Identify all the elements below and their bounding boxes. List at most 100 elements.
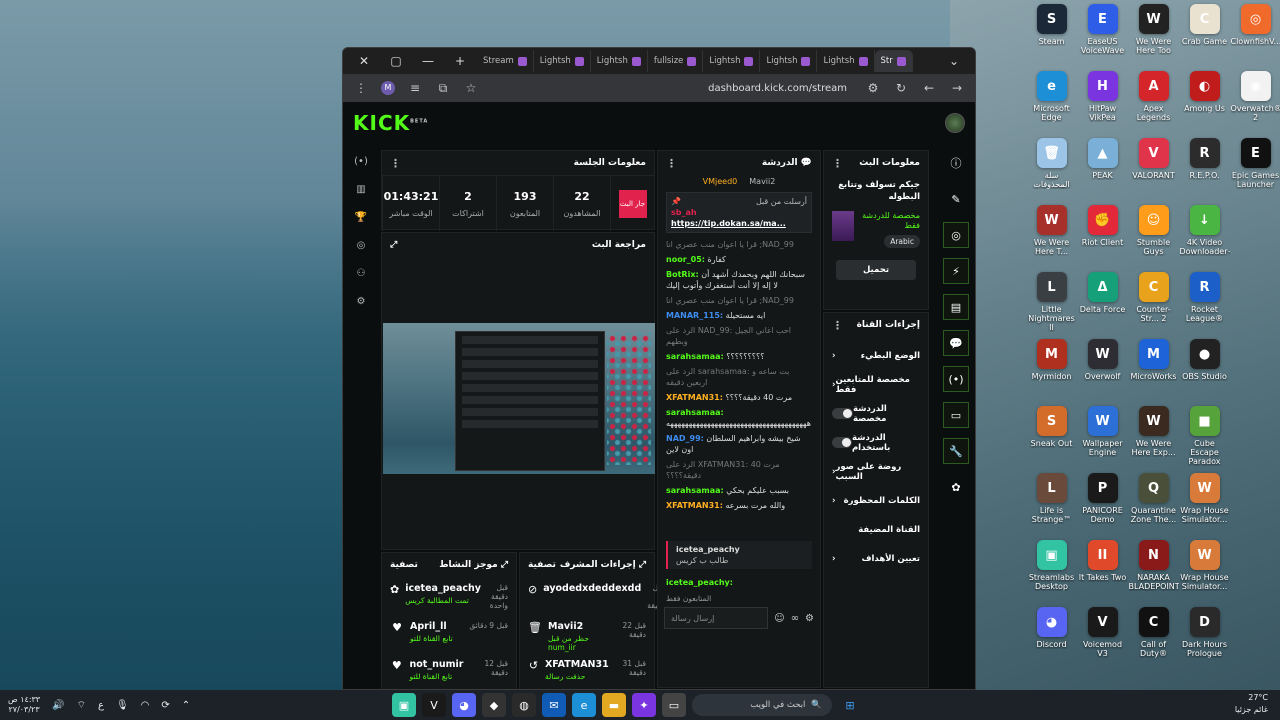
wrench-icon[interactable]: 🔧 (943, 438, 969, 464)
channel-action-row[interactable]: › الوضع البطيء (824, 341, 928, 370)
settings-icon[interactable]: ⚙ (353, 296, 369, 310)
maximize-window-button[interactable]: ▢ (381, 54, 411, 68)
sync-icon[interactable]: ⟳ (161, 700, 169, 711)
desktop-icon[interactable]: V Voicemod V3 (1077, 607, 1128, 674)
bookmark-star-icon[interactable]: ☆ (463, 81, 479, 95)
desktop-icon[interactable]: W Overwolf (1077, 339, 1128, 406)
url-field[interactable]: dashboard.kick.com/stream (491, 83, 853, 94)
desktop-icon[interactable]: ◉ Overwatch® 2 (1230, 71, 1280, 138)
channel-action-row[interactable]: › مخصصة للمتابعين فقط (824, 370, 928, 399)
desktop-icon[interactable]: 🗑 سلة المحذوفات (1026, 138, 1077, 205)
chat-message[interactable]: الرد على XFATMAN31: مرت 40 دقيقة؟؟؟؟ (658, 457, 820, 483)
desktop-icon[interactable]: N NARAKA BLADEPOINT (1128, 540, 1179, 607)
channel-action-row[interactable]: › الكلمات المحظورة (824, 486, 928, 515)
more-options-icon[interactable]: ⋮ (666, 157, 677, 170)
browser-tab[interactable]: Stream (477, 50, 534, 72)
trophy-icon[interactable]: 🏆 (353, 212, 369, 226)
desktop-icon[interactable]: R Rocket League® (1179, 272, 1230, 339)
toggle-switch[interactable] (832, 408, 854, 419)
forward-icon[interactable]: ← (921, 81, 937, 95)
edge-taskbar-icon[interactable]: e (572, 693, 596, 717)
back-icon[interactable]: → (949, 81, 965, 95)
new-tab-button[interactable]: + (445, 54, 475, 68)
desktop-icon[interactable]: ◐ Among Us (1179, 71, 1230, 138)
desktop-icon[interactable]: V VALORANT (1128, 138, 1179, 205)
feed-username[interactable]: ayodedxdeddexdd (543, 583, 641, 594)
desktop-icon[interactable]: W We Were Here Too (1128, 4, 1179, 71)
chat-message[interactable]: قرا يا اعوان منب عصري انا ;NAD_99 (658, 237, 820, 252)
desktop-icon[interactable]: Δ Delta Force (1077, 272, 1128, 339)
chat-message[interactable]: الرد على NAD_99: احب اغاني الجيل وبطهم (658, 323, 820, 349)
chat-message[interactable]: NAD_99: شيخ بيشه وابراهيم السلطان اون لا… (658, 431, 820, 457)
chat-input[interactable]: إرسال رسالة (664, 607, 769, 629)
chat-username[interactable]: MANAR_115: (666, 311, 723, 320)
highlighted-message[interactable]: icetea_peachy طالب ب كريس (666, 541, 812, 569)
desktop-icon[interactable]: ✊ Riot Client (1077, 205, 1128, 272)
desktop-icon[interactable]: W Wrap House Simulator... (1179, 473, 1230, 540)
discord-taskbar-icon[interactable]: ◕ (452, 693, 476, 717)
camera-icon[interactable]: ◎ (943, 222, 969, 248)
screen-icon[interactable]: ▭ (943, 402, 969, 428)
broadcast-icon[interactable]: (•) (943, 366, 969, 392)
broadcast-icon[interactable]: (•) (353, 156, 369, 170)
user-avatar[interactable] (945, 113, 965, 133)
channel-action-row[interactable]: الدردشة باستخدام (824, 428, 928, 457)
task-view-icon[interactable]: ▭ (662, 693, 686, 717)
chat-username[interactable]: XFATMAN31: (666, 393, 723, 402)
streamlabs-taskbar-icon[interactable]: ▣ (392, 693, 416, 717)
top-chatter[interactable]: VMjeed0 (703, 177, 738, 186)
desktop-icon[interactable]: M MicroWorks (1128, 339, 1179, 406)
more-options-icon[interactable]: ⋮ (390, 157, 401, 170)
chrome-taskbar-icon[interactable]: ◍ (512, 693, 536, 717)
feed-username[interactable]: XFATMAN31 (545, 659, 609, 670)
chat-username[interactable]: NAD_99: (666, 434, 704, 443)
settings-icon[interactable]: ⚙ (805, 613, 814, 624)
channel-action-row[interactable]: الدردشة مخصصة (824, 399, 928, 428)
pinned-link[interactable]: https://tip.dokan.sa/ma... (671, 219, 807, 228)
browser-tab[interactable]: Lightsh (591, 50, 648, 72)
expand-icon[interactable]: ⤢ (639, 560, 646, 570)
clock[interactable]: ١٤:٣٣ ص ٢٧/٠٣/٢٣ (8, 695, 40, 715)
github-taskbar-icon[interactable]: ◆ (482, 693, 506, 717)
microphone-icon[interactable]: 🎙 (116, 700, 129, 711)
copilot-icon[interactable]: ✦ (632, 693, 656, 717)
desktop-icon[interactable]: C Crab Game (1179, 4, 1230, 71)
extensions-icon[interactable]: ⧉ (435, 81, 451, 96)
weather-widget[interactable]: 27°C غائم جزئيا (1235, 692, 1268, 716)
language-icon[interactable]: ع (98, 700, 104, 711)
link-icon[interactable]: ∞ (791, 613, 799, 624)
desktop-icon[interactable]: P PANICORE Demo (1077, 473, 1128, 540)
top-chatter[interactable]: Mavii2 (749, 177, 775, 186)
desktop-icon[interactable]: ☺ Stumble Guys (1128, 205, 1179, 272)
community-icon[interactable]: ✿ (943, 474, 969, 500)
desktop-icon[interactable]: C Counter-Str... 2 (1128, 272, 1179, 339)
chat-message[interactable]: sarahsamaa: ؟؟؟؟؟؟؟؟؟ (658, 349, 820, 364)
desktop-icon[interactable]: ◕ Discord (1026, 607, 1077, 674)
desktop-icon[interactable]: W We Were Here Exp... (1128, 406, 1179, 473)
outlook-taskbar-icon[interactable]: ✉ (542, 693, 566, 717)
chat-message[interactable]: XFATMAN31: مرت 40 دقيقة؟؟؟؟ (658, 390, 820, 405)
clipboard-icon[interactable]: ▤ (943, 294, 969, 320)
desktop-icon[interactable]: ↓ 4K Video Downloader+ (1179, 205, 1230, 272)
desktop-icon[interactable]: S Sneak Out (1026, 406, 1077, 473)
desktop-icon[interactable]: A Apex Legends (1128, 71, 1179, 138)
chat-message[interactable]: الرد على sarahsamaa: بت ساعه و اربعين دق… (658, 364, 820, 390)
pinned-message[interactable]: 📌 أرسلت من قبل sb_ah https://tip.dokan.s… (666, 192, 812, 233)
chat-message[interactable]: BotRix: سبحانك اللهم وبحمدك أشهد أن لا إ… (658, 267, 820, 293)
pinned-user[interactable]: sb_ah (671, 208, 807, 217)
menu-dots-icon[interactable]: ⋮ (353, 81, 369, 95)
feed-item[interactable]: ♥ April_ll تابع القناة للتو قبل 9 دقائق (382, 621, 516, 659)
desktop-icon[interactable]: L Life is Strange™ (1026, 473, 1077, 540)
desktop-icon[interactable]: E Epic Games Launcher (1230, 138, 1280, 205)
chat-username[interactable]: sarahsamaa: (666, 352, 724, 361)
desktop-icon[interactable]: M Myrmidon (1026, 339, 1077, 406)
pin-icon[interactable]: 📌 (671, 197, 681, 206)
desktop-icon[interactable]: C Call of Duty® (1128, 607, 1179, 674)
chat-message[interactable]: sarahsamaa: هههههههههههههههههههههههههههه… (658, 405, 820, 431)
browser-tab[interactable]: fullsize (648, 50, 704, 72)
desktop-icon[interactable]: D Dark Hours Prologue (1179, 607, 1230, 674)
desktop-icon[interactable]: II It Takes Two (1077, 540, 1128, 607)
browser-tab[interactable]: Str (874, 50, 913, 72)
channel-action-row[interactable]: القناة المضيفة (824, 515, 928, 544)
more-options-icon[interactable]: ⋮ (832, 157, 843, 170)
